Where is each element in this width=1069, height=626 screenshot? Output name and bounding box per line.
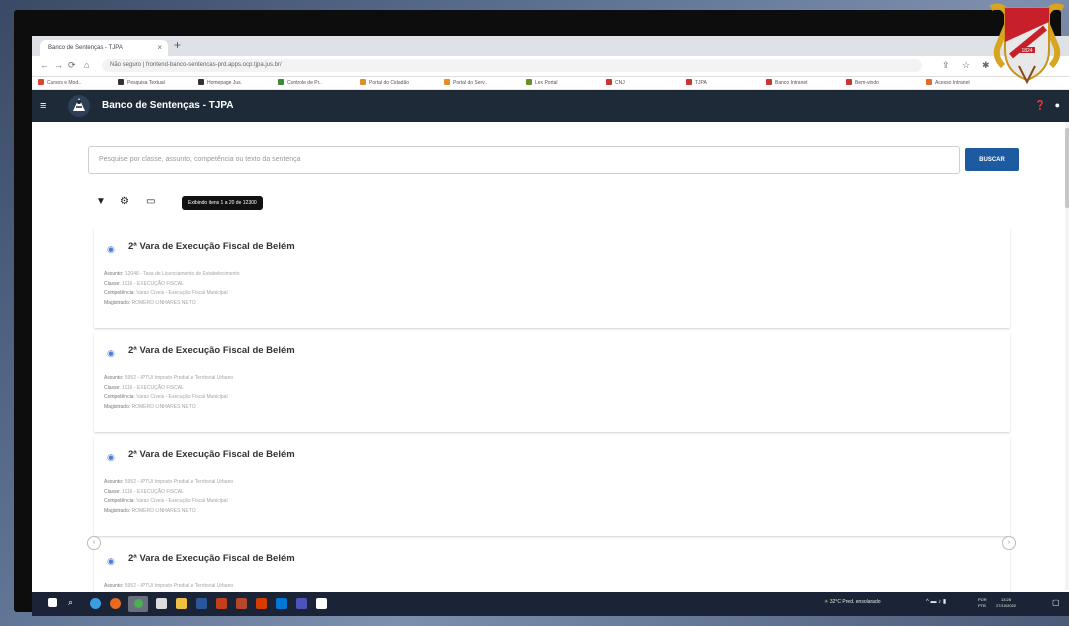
taskbar-clock[interactable]: 13:28 27/10/2022 (996, 597, 1016, 609)
gear-icon[interactable]: ⚙ (120, 196, 129, 207)
bookmark-item[interactable]: CNJ (606, 79, 625, 86)
system-tray[interactable]: ^ ▬ ♪ ▮ (926, 598, 946, 605)
eye-icon[interactable]: ◉ (107, 556, 115, 567)
bookmark-item[interactable]: Pesquisa Textual (118, 79, 165, 86)
eye-icon[interactable]: ◉ (107, 452, 115, 463)
eye-icon[interactable]: ◉ (107, 348, 115, 359)
account-icon[interactable]: ● (1055, 100, 1060, 110)
address-bar: ← → ⟳ ⌂ Não seguro | frontend-banco-sent… (32, 56, 1069, 77)
reload-icon[interactable]: ⟳ (68, 60, 76, 71)
bookmark-star-icon[interactable]: ☆ (962, 60, 970, 71)
share-icon[interactable]: ⇪ (942, 60, 950, 71)
bookmark-item[interactable]: Cursos e Mod.. (38, 79, 81, 86)
card-title: 2ª Vara de Execução Fiscal de Belém (128, 553, 295, 564)
teams-icon[interactable] (296, 598, 307, 609)
main-content: Pesquise por classe, assunto, competênci… (32, 122, 1069, 598)
bookmark-item[interactable]: Portal do Cidadão (360, 79, 409, 86)
close-tab-icon[interactable]: × (157, 43, 162, 52)
result-card[interactable]: ◉ 2ª Vara de Execução Fiscal de Belém As… (94, 332, 1010, 432)
card-title: 2ª Vara de Execução Fiscal de Belém (128, 449, 295, 460)
app-header: ≡ Banco de Sentenças - TJPA ❓ ● (32, 90, 1069, 122)
outlook-icon[interactable] (276, 598, 287, 609)
search-icon[interactable]: ⌕ (68, 597, 73, 608)
bookmark-item[interactable]: Controle de Pr.. (278, 79, 322, 86)
result-card[interactable]: ◉ 2ª Vara de Execução Fiscal de Belém As… (94, 436, 1010, 536)
view-toggle-icon[interactable]: ▭ (146, 196, 155, 207)
language-indicator[interactable]: POR PTB (978, 597, 987, 609)
sun-icon: ☀ (824, 599, 829, 605)
windows-taskbar: ⌕ ☀ 32°C Pred. ensolarado ^ ▬ ♪ ▮ POR PT… (32, 592, 1069, 616)
word-icon[interactable] (196, 598, 207, 609)
para-flag-emblem-icon: 1824 (989, 3, 1065, 85)
file-explorer-icon[interactable] (176, 598, 187, 609)
tab-title: Banco de Sentenças - TJPA (48, 45, 123, 51)
firefox-icon[interactable] (110, 598, 121, 609)
result-card[interactable]: ◉ 2ª Vara de Execução Fiscal de Belém As… (94, 228, 1010, 328)
edge-icon[interactable] (90, 598, 101, 609)
tjpa-logo-icon (68, 95, 90, 117)
chrome-icon[interactable] (134, 599, 143, 608)
app-icon[interactable] (156, 598, 167, 609)
search-button[interactable]: BUSCAR (965, 148, 1019, 171)
screen: Banco de Sentenças - TJPA × + ← → ⟳ ⌂ Nã… (32, 36, 1069, 616)
browser-tab[interactable]: Banco de Sentenças - TJPA × (40, 40, 168, 56)
new-tab-icon[interactable]: + (174, 38, 181, 52)
powerpoint-icon[interactable] (216, 598, 227, 609)
home-icon[interactable]: ⌂ (84, 60, 89, 70)
bookmark-item[interactable]: Acesso Intranet (926, 79, 970, 86)
card-title: 2ª Vara de Execução Fiscal de Belém (128, 241, 295, 252)
notification-icon[interactable]: ▢ (1052, 598, 1060, 607)
weather-widget[interactable]: ☀ 32°C Pred. ensolarado (824, 599, 881, 605)
monitor-frame: Banco de Sentenças - TJPA × + ← → ⟳ ⌂ Nã… (14, 10, 1069, 616)
bookmark-item[interactable]: Bem-vindo (846, 79, 879, 86)
notepad-icon[interactable] (316, 598, 327, 609)
volume-icon[interactable]: ♪ (938, 599, 941, 605)
scroll-left-icon[interactable]: ‹ (87, 536, 101, 550)
network-icon[interactable]: ▬ (931, 599, 937, 605)
battery-icon[interactable]: ▮ (943, 599, 946, 605)
bookmarks-bar: Cursos e Mod.. Pesquisa Textual Homepage… (32, 77, 1069, 90)
eye-icon[interactable]: ◉ (107, 244, 115, 255)
emblem-year: 1824 (1021, 48, 1032, 54)
scrollbar-thumb[interactable] (1065, 128, 1069, 208)
chevron-up-icon[interactable]: ^ (926, 599, 929, 605)
results-count-badge: Exibindo itens 1 a 20 de 12300 (182, 196, 263, 210)
url-input[interactable]: Não seguro | frontend-banco-sentencas-pr… (102, 59, 922, 72)
menu-icon[interactable]: ≡ (40, 100, 46, 112)
card-details: Assunto: 5952 - IPTU/ Imposto Predial e … (104, 583, 234, 589)
bookmark-item[interactable]: TJPA (686, 79, 707, 86)
scroll-right-icon[interactable]: › (1002, 536, 1016, 550)
filter-icon[interactable]: ▼ (96, 196, 106, 207)
bookmark-item[interactable]: Banco Intranet (766, 79, 808, 86)
browser-tabstrip: Banco de Sentenças - TJPA × + (32, 36, 1069, 56)
card-details: Assunto: 5952 - IPTU/ Imposto Predial e … (104, 479, 234, 514)
result-card[interactable]: ◉ 2ª Vara de Execução Fiscal de Belém As… (94, 540, 1010, 598)
card-title: 2ª Vara de Execução Fiscal de Belém (128, 345, 295, 356)
app-icon[interactable] (236, 598, 247, 609)
app-title: Banco de Sentenças - TJPA (102, 100, 234, 111)
card-details: Assunto: 12048 - Taxa de Licenciamento d… (104, 271, 240, 306)
bookmark-item[interactable]: Homepage Jus. (198, 79, 242, 86)
windows-start-icon[interactable] (48, 598, 57, 607)
bookmark-item[interactable]: Lex Portal (526, 79, 558, 86)
app-icon[interactable] (256, 598, 267, 609)
back-icon[interactable]: ← (40, 60, 49, 70)
bookmark-item[interactable]: Portal do Serv.. (444, 79, 487, 86)
forward-icon[interactable]: → (54, 60, 63, 70)
search-input[interactable]: Pesquise por classe, assunto, competênci… (88, 146, 960, 174)
help-icon[interactable]: ❓ (1035, 100, 1046, 110)
card-details: Assunto: 5952 - IPTU/ Imposto Predial e … (104, 375, 234, 410)
